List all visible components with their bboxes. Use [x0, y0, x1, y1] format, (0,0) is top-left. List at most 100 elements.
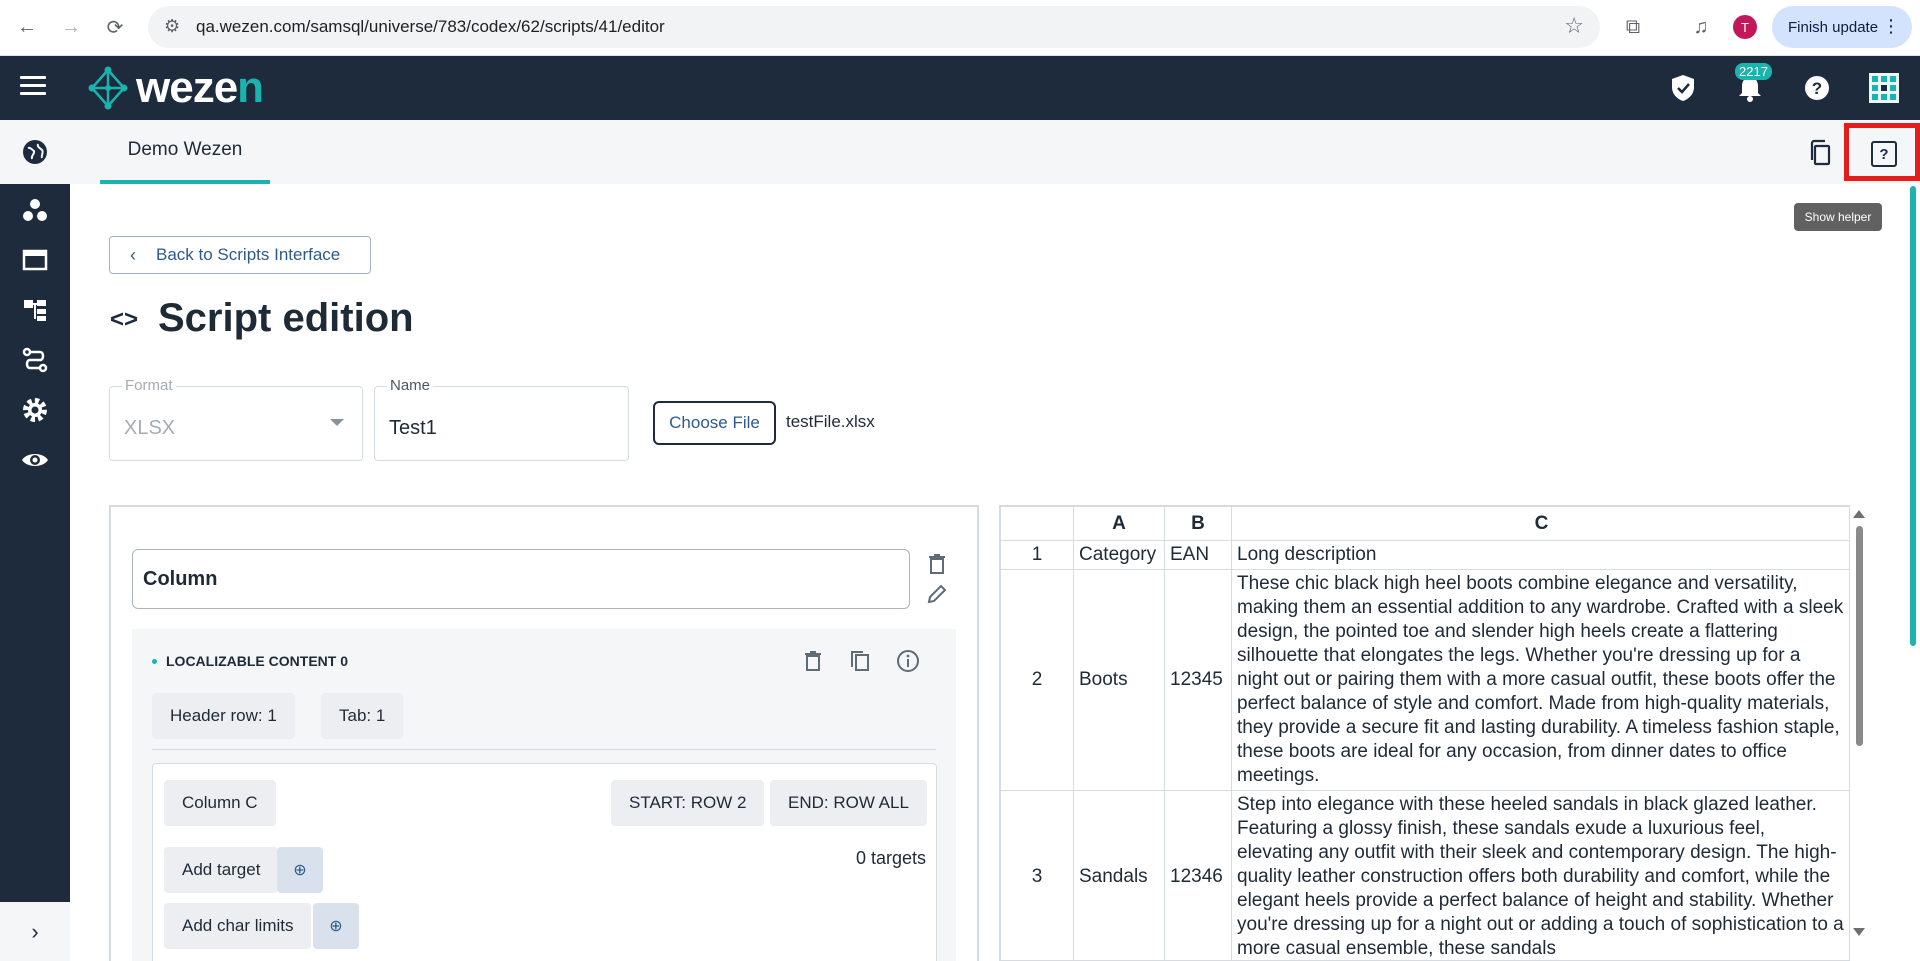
reload-icon[interactable]: ⟳: [100, 12, 130, 42]
hamburger-menu-icon[interactable]: [20, 76, 46, 98]
column-card: Column C START: ROW 2 END: ROW ALL Add t…: [152, 763, 937, 961]
finish-update-label: Finish update: [1788, 18, 1879, 36]
page-title: Script edition: [158, 296, 414, 340]
tab-chip[interactable]: Tab: 1: [321, 693, 404, 739]
add-char-limits-label[interactable]: Add char limits: [164, 903, 312, 949]
bookmark-star-icon[interactable]: ☆: [1564, 13, 1584, 39]
status-dot: [152, 659, 157, 664]
media-controls-icon[interactable]: ♫: [1686, 12, 1716, 42]
cell-a: Sandals: [1073, 790, 1165, 960]
localizable-content-block: LOCALIZABLE CONTENT 0 Header row: 1 Tab:…: [132, 629, 956, 961]
forward-arrow-icon[interactable]: →: [56, 12, 86, 42]
cell-b: 12346: [1164, 790, 1232, 960]
address-bar[interactable]: ⚙ qa.wezen.com/samsql/universe/783/codex…: [148, 6, 1600, 48]
site-info-icon[interactable]: ⚙: [164, 16, 180, 37]
cell-b: EAN: [1164, 540, 1232, 570]
script-editor-panel: Column LOCALIZABLE CONTENT 0 Header row:…: [109, 505, 979, 961]
add-char-limits-plus-icon[interactable]: ⊕: [313, 903, 359, 949]
column-header-b: B: [1164, 506, 1232, 541]
extensions-icon[interactable]: ⧉: [1618, 12, 1648, 42]
back-arrow-icon[interactable]: ←: [12, 12, 42, 42]
name-input[interactable]: Name Test1: [374, 377, 629, 461]
logo-text: wezen: [136, 63, 264, 112]
logo-mark-icon: [88, 66, 128, 110]
app-header: wezen ?: [0, 56, 1920, 120]
sidebar-expand-chevron-icon[interactable]: ›: [0, 902, 70, 961]
clusters-icon[interactable]: [19, 194, 51, 226]
spreadsheet-scrollbar[interactable]: [1852, 508, 1866, 961]
row-number: 2: [1000, 569, 1074, 791]
eye-icon[interactable]: [19, 444, 51, 476]
add-target-plus-icon[interactable]: ⊕: [277, 847, 323, 893]
localizable-content-title: LOCALIZABLE CONTENT 0: [166, 653, 348, 669]
delete-content-icon[interactable]: [799, 647, 827, 675]
user-account-icon[interactable]: [1868, 72, 1900, 104]
name-value[interactable]: Test1: [389, 417, 437, 440]
end-row-chip[interactable]: END: ROW ALL: [770, 780, 927, 826]
browser-toolbar: ← → ⟳ ⚙ qa.wezen.com/samsql/universe/783…: [0, 0, 1920, 56]
duplicate-content-icon[interactable]: [846, 647, 874, 675]
cell-a: Boots: [1073, 569, 1165, 791]
table-row: 2 Boots 12345 These chic black high heel…: [1000, 569, 1849, 791]
spreadsheet-preview: A B C 1 Category EAN Long description 2 …: [999, 505, 1850, 961]
show-helper-tooltip: Show helper: [1794, 203, 1882, 231]
row-number: 1: [1000, 540, 1074, 570]
cell-c: These chic black high heel boots combine…: [1231, 569, 1849, 791]
globe-icon[interactable]: [19, 136, 51, 168]
table-row: 1 Category EAN Long description: [1000, 540, 1849, 570]
header-row-chip[interactable]: Header row: 1: [152, 693, 295, 739]
add-target-label[interactable]: Add target: [164, 847, 279, 893]
spreadsheet-table: A B C 1 Category EAN Long description 2 …: [1000, 506, 1849, 960]
divider: [152, 749, 936, 750]
route-icon[interactable]: [19, 344, 51, 376]
settings-gear-icon[interactable]: [19, 394, 51, 426]
column-name-input[interactable]: Column: [132, 549, 910, 609]
info-icon[interactable]: [894, 647, 922, 675]
column-header-a: A: [1073, 506, 1165, 541]
tree-structure-icon[interactable]: [19, 294, 51, 326]
chevron-left-icon: ‹: [130, 245, 136, 265]
selected-file-name: testFile.xlsx: [786, 412, 875, 431]
finish-update-button[interactable]: Finish update ⋮: [1772, 6, 1912, 48]
shield-check-icon[interactable]: [1667, 72, 1699, 104]
start-row-chip[interactable]: START: ROW 2: [611, 780, 765, 826]
corner-cell: [1000, 506, 1074, 541]
help-circle-icon[interactable]: ?: [1801, 72, 1833, 104]
format-label: Format: [122, 377, 176, 394]
code-brackets-icon: <>: [110, 306, 139, 333]
table-row: 3 Sandals 12346 Step into elegance with …: [1000, 790, 1849, 960]
page-scrollbar[interactable]: [1910, 186, 1916, 646]
cell-c: Step into elegance with these heeled san…: [1231, 790, 1849, 960]
profile-avatar[interactable]: T: [1733, 15, 1757, 39]
svg-text:?: ?: [1812, 79, 1822, 98]
url-text[interactable]: qa.wezen.com/samsql/universe/783/codex/6…: [196, 17, 665, 37]
scroll-up-arrow-icon[interactable]: [1853, 510, 1865, 518]
scroll-down-arrow-icon[interactable]: [1853, 928, 1865, 936]
notification-badge: 2217: [1735, 63, 1772, 80]
column-c-chip[interactable]: Column C: [164, 780, 276, 826]
edit-pencil-icon[interactable]: [923, 580, 951, 608]
scroll-thumb[interactable]: [1856, 526, 1863, 746]
targets-count: 0 targets: [855, 848, 926, 868]
cell-c: Long description: [1231, 540, 1849, 570]
show-helper-icon[interactable]: ?: [1871, 141, 1897, 167]
header-row: A B C: [1000, 506, 1849, 541]
copy-icon[interactable]: [1806, 138, 1836, 168]
format-select[interactable]: Format XLSX: [109, 377, 363, 461]
choose-file-button[interactable]: Choose File: [653, 401, 776, 445]
wezen-logo[interactable]: wezen: [86, 63, 264, 112]
back-to-scripts-label: Back to Scripts Interface: [156, 245, 341, 264]
chevron-down-icon: [330, 419, 344, 426]
more-menu-icon: ⋮: [1882, 16, 1900, 36]
left-sidebar: ›: [0, 120, 70, 961]
tab-demo-wezen[interactable]: Demo Wezen: [100, 120, 270, 184]
window-icon[interactable]: [19, 244, 51, 276]
cell-b: 12345: [1164, 569, 1232, 791]
back-to-scripts-button[interactable]: ‹ Back to Scripts Interface: [109, 236, 371, 274]
sidebar-top: [0, 120, 70, 184]
format-value: XLSX: [124, 417, 176, 439]
delete-column-icon[interactable]: [923, 550, 951, 578]
tab-bar: Demo Wezen: [70, 120, 1920, 184]
row-number: 3: [1000, 790, 1074, 960]
cell-a: Category: [1073, 540, 1165, 570]
